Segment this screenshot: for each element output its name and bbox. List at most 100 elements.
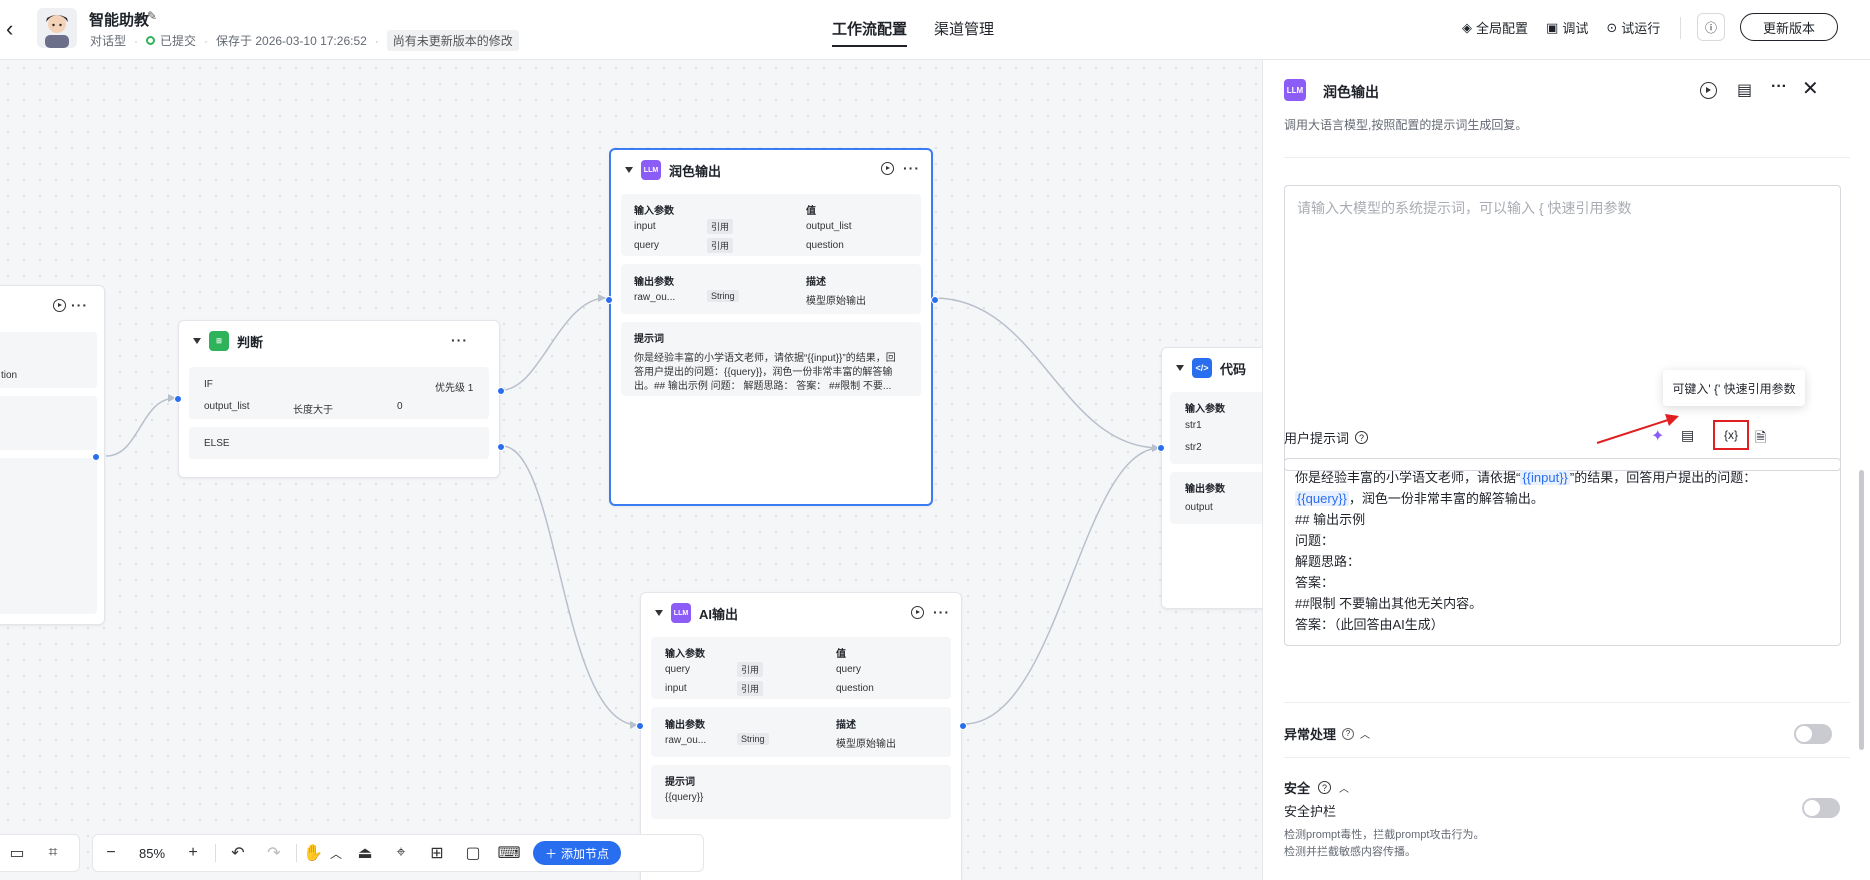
prompt-header: 提示词 bbox=[634, 334, 664, 345]
run-node-button[interactable] bbox=[1700, 82, 1717, 99]
template-icon[interactable]: ▤ bbox=[1681, 427, 1694, 444]
play-icon bbox=[1706, 86, 1711, 93]
prompt-text: 你是经验丰富的小学语文老师，请依据“ bbox=[1295, 470, 1521, 485]
more-icon[interactable]: ··· bbox=[903, 161, 920, 175]
security-section-header[interactable]: 安全 ? ︿ bbox=[1284, 778, 1349, 797]
locate-icon[interactable]: ⌖ bbox=[383, 844, 419, 862]
node-config-panel: LLM 润色输出 ▤ ··· ✕ 调用大语言模型,按照配置的提示词生成回复。 请… bbox=[1262, 60, 1870, 880]
zoom-level[interactable]: 85% bbox=[129, 846, 175, 861]
insert-variable-button[interactable]: {x} bbox=[1713, 420, 1749, 450]
param-value: question bbox=[836, 683, 874, 694]
zoom-in-icon[interactable]: + bbox=[175, 844, 211, 862]
variable-query-chip[interactable]: {{query}} bbox=[1295, 491, 1349, 506]
variable-input-chip[interactable]: {{input}} bbox=[1520, 470, 1570, 485]
prompt-line: ## 输出示例 bbox=[1295, 512, 1366, 527]
back-icon[interactable]: ‹ bbox=[6, 17, 20, 41]
node-polish-output[interactable]: LLM 润色输出 ··· 输入参数 值 input 引用 output_list… bbox=[605, 148, 939, 506]
layout-icon[interactable]: ⊞ bbox=[419, 843, 455, 863]
chevron-up-icon[interactable]: ︿ bbox=[1360, 726, 1370, 741]
play-circle-icon: ⊙ bbox=[1606, 19, 1618, 35]
minimap-icon[interactable]: ▭ bbox=[0, 843, 35, 863]
prompt-header: 提示词 bbox=[665, 777, 695, 788]
tab-workflow[interactable]: 工作流配置 bbox=[832, 18, 908, 47]
app-name: 智能助教 bbox=[89, 12, 150, 29]
output-type-tag: String bbox=[707, 290, 739, 302]
chevron-up-icon[interactable]: ︿ bbox=[1339, 780, 1349, 795]
prompt-line: ##限制 不要输出其他无关内容。 bbox=[1295, 596, 1483, 611]
node-title: AI输出 bbox=[699, 606, 739, 622]
help-icon[interactable]: ? bbox=[1318, 781, 1332, 794]
log-icon[interactable]: ▤ bbox=[1737, 80, 1752, 100]
user-prompt-editor[interactable]: 你是经验丰富的小学语文老师，请依据“ {{input}} ”的结果，回答用户提出的问… bbox=[1284, 458, 1841, 646]
node-left-partial[interactable]: ··· tion bbox=[0, 285, 105, 625]
help-icon[interactable]: ? bbox=[1342, 727, 1355, 740]
note-icon[interactable]: ▢ bbox=[455, 843, 491, 863]
trial-run-label: 试运行 bbox=[1621, 21, 1661, 36]
chevron-up-icon[interactable]: ︿ bbox=[325, 845, 347, 862]
ai-sparkle-icon[interactable]: ✦ bbox=[1651, 426, 1664, 446]
canvas-tool-group-left: ▭ ⌗ bbox=[0, 834, 80, 872]
hand-icon[interactable]: ✋ bbox=[301, 843, 325, 863]
update-version-button[interactable]: 更新版本 bbox=[1740, 13, 1838, 41]
help-icon[interactable]: ? bbox=[1355, 431, 1369, 444]
node-judge[interactable]: ⊞ 判断 ··· IF 优先级 1 output_list 长度大于 0 ELS… bbox=[174, 320, 505, 478]
prompt-line: 解题思路： bbox=[1295, 554, 1361, 569]
comment-icon[interactable]: ⌗ bbox=[35, 844, 71, 862]
llm-icon: LLM bbox=[1284, 79, 1306, 101]
param-name: str1 bbox=[1185, 420, 1202, 431]
code-icon: </> bbox=[1192, 358, 1212, 378]
run-node-icon[interactable] bbox=[53, 299, 66, 312]
input-params-header: 输入参数 bbox=[1185, 404, 1225, 415]
status-dot-icon bbox=[146, 36, 156, 45]
history-button[interactable]: ⓘ bbox=[1697, 13, 1725, 41]
param-name: str2 bbox=[1185, 442, 1202, 453]
more-icon[interactable]: ··· bbox=[451, 333, 468, 347]
global-config-label: 全局配置 bbox=[1476, 21, 1529, 36]
output-params-header: 输出参数 bbox=[634, 277, 674, 288]
guard-toggle[interactable] bbox=[1802, 798, 1840, 818]
more-icon[interactable]: ··· bbox=[71, 298, 88, 312]
more-icon[interactable]: ··· bbox=[1771, 79, 1787, 95]
save-icon[interactable]: 🗎 bbox=[1755, 427, 1766, 451]
collapse-caret-icon[interactable] bbox=[655, 610, 663, 616]
run-node-icon[interactable] bbox=[911, 606, 924, 619]
output-name: raw_ou... bbox=[634, 292, 676, 303]
debug-button[interactable]: ▣ 调试 bbox=[1546, 18, 1588, 37]
edit-icon[interactable]: ✎ bbox=[147, 9, 157, 23]
annotation-arrow bbox=[1596, 414, 1679, 444]
value-header: 值 bbox=[836, 649, 846, 660]
trial-run-button[interactable]: ⊙ 试运行 bbox=[1606, 18, 1660, 37]
pointer-mode-icon[interactable]: ⏏ bbox=[347, 843, 383, 863]
user-prompt-label: 用户提示词 ? bbox=[1284, 428, 1369, 447]
user-prompt-label-text: 用户提示词 bbox=[1284, 431, 1350, 446]
close-icon[interactable]: ✕ bbox=[1802, 76, 1819, 101]
collapse-caret-icon[interactable] bbox=[1176, 365, 1184, 371]
param-type-tag: 引用 bbox=[707, 219, 734, 234]
prompt-text: ”的结果，回答用户提出的问题： bbox=[1569, 470, 1757, 485]
unsaved-badge: 尚有未更新版本的修改 bbox=[386, 30, 519, 51]
param-type-tag: 引用 bbox=[737, 662, 764, 677]
zoom-out-icon[interactable]: − bbox=[93, 844, 129, 862]
collapse-caret-icon[interactable] bbox=[625, 167, 633, 173]
redo-icon[interactable]: ↷ bbox=[256, 843, 292, 863]
guard-desc-line: 检测prompt毒性，拦截prompt攻击行为。 bbox=[1284, 829, 1485, 841]
undo-icon[interactable]: ↶ bbox=[220, 843, 256, 863]
output-type-tag: String bbox=[737, 733, 769, 745]
param-name: query bbox=[665, 664, 691, 675]
run-node-icon[interactable] bbox=[881, 162, 894, 175]
output-params-header: 输出参数 bbox=[1185, 484, 1225, 495]
exception-toggle[interactable] bbox=[1794, 724, 1832, 744]
global-config-button[interactable]: ◈ 全局配置 bbox=[1462, 18, 1528, 37]
workflow-canvas[interactable]: ··· tion ⊞ 判断 ··· IF 优先级 1 output_list 长… bbox=[0, 60, 1262, 880]
collapse-caret-icon[interactable] bbox=[193, 338, 201, 344]
debug-icon: ▣ bbox=[1546, 19, 1559, 35]
keyboard-icon[interactable]: ⌨ bbox=[491, 843, 527, 863]
priority-label: 优先级 1 bbox=[435, 383, 474, 394]
node-code[interactable]: </> 代码 输入参数 str1 str2 输出参数 output bbox=[1157, 347, 1262, 609]
panel-scrollbar[interactable] bbox=[1859, 470, 1864, 750]
add-node-button[interactable]: ＋添加节点 bbox=[533, 841, 622, 865]
exception-section-header[interactable]: 异常处理 ? ︿ bbox=[1284, 724, 1370, 743]
more-icon[interactable]: ··· bbox=[933, 605, 950, 619]
condition-op: 长度大于 bbox=[293, 405, 333, 416]
tab-channel[interactable]: 渠道管理 bbox=[934, 18, 994, 39]
